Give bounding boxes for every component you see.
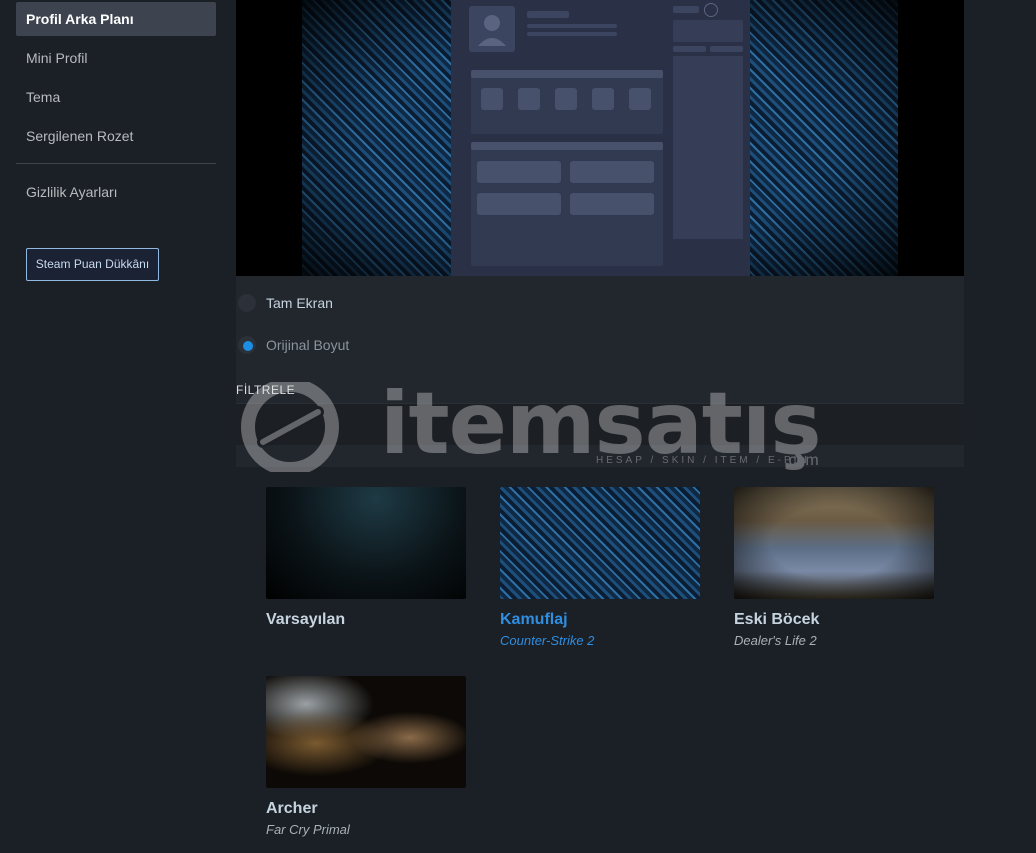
background-gallery: Varsayılan Kamuflaj Counter-Strike 2 Esk… <box>236 467 964 853</box>
background-name: Varsayılan <box>266 611 346 628</box>
radio-original-size-label: Orijinal Boyut <box>266 337 350 353</box>
sidebar-divider <box>16 163 216 164</box>
filter-label: FİLTRELE <box>236 383 296 397</box>
radio-original-size[interactable]: Orijinal Boyut <box>236 330 636 360</box>
background-card-eski-bocek[interactable]: Eski Böcek Dealer's Life 2 <box>734 487 934 648</box>
sidebar-item-profile-background[interactable]: Profil Arka Planı <box>16 2 216 36</box>
background-name: Eski Böcek <box>734 611 820 628</box>
background-name: Archer <box>266 800 318 817</box>
background-card-kamuflaj[interactable]: Kamuflaj Counter-Strike 2 <box>500 487 700 648</box>
sidebar: Profil Arka Planı Mini Profil Tema Sergi… <box>0 0 236 853</box>
background-thumbnail[interactable] <box>266 676 466 788</box>
sidebar-item-featured-badge[interactable]: Sergilenen Rozet <box>16 119 216 153</box>
background-thumbnail[interactable] <box>266 487 466 599</box>
main-panel: Tam Ekran Orijinal Boyut FİLTRELE Varsay… <box>236 0 964 853</box>
background-card-archer[interactable]: Archer Far Cry Primal <box>266 676 466 837</box>
sidebar-item-theme[interactable]: Tema <box>16 80 216 114</box>
sidebar-item-mini-profile[interactable]: Mini Profil <box>16 41 216 75</box>
radio-fullscreen-circle[interactable] <box>238 294 256 312</box>
points-shop-button[interactable]: Steam Puan Dükkânı <box>26 248 159 281</box>
sidebar-item-privacy-settings[interactable]: Gizlilik Ayarları <box>16 175 216 209</box>
background-name: Kamuflaj <box>500 611 568 628</box>
right-margin <box>964 0 1036 853</box>
radio-original-size-circle[interactable] <box>238 336 256 354</box>
background-thumbnail[interactable] <box>500 487 700 599</box>
radio-fullscreen-label: Tam Ekran <box>266 295 333 311</box>
background-preview <box>236 0 964 276</box>
background-game: Far Cry Primal <box>266 822 350 837</box>
profile-mockup <box>451 0 750 276</box>
radio-fullscreen[interactable]: Tam Ekran <box>236 288 636 318</box>
filter-input[interactable] <box>236 403 964 445</box>
avatar-placeholder <box>469 6 515 52</box>
background-game: Dealer's Life 2 <box>734 633 817 648</box>
background-game: Counter-Strike 2 <box>500 633 595 648</box>
background-card-default[interactable]: Varsayılan <box>266 487 466 633</box>
user-icon <box>478 15 506 46</box>
background-thumbnail[interactable] <box>734 487 934 599</box>
